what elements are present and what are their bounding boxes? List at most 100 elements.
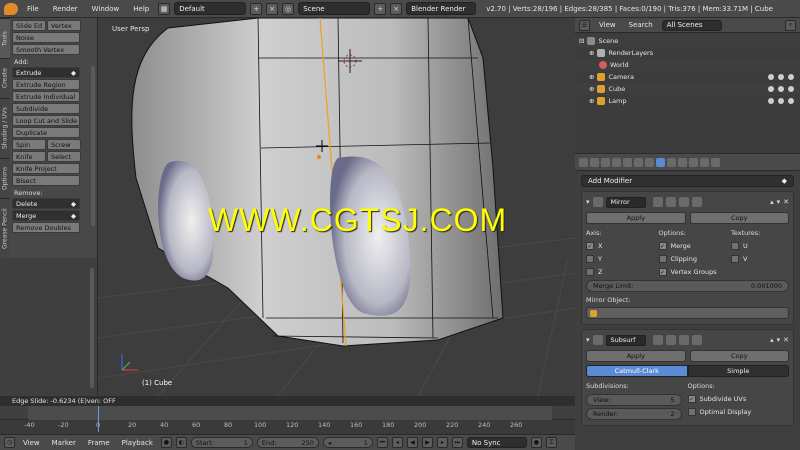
outliner-row-camera[interactable]: ⊕ Camera (575, 71, 800, 83)
timeline-track[interactable] (0, 406, 575, 420)
merge-dropdown[interactable]: Merge ◆ (12, 210, 80, 221)
eye-icon[interactable] (768, 98, 774, 104)
menu-view[interactable]: View (19, 439, 44, 447)
subsurf-copy-button[interactable]: Copy (689, 350, 789, 362)
menu-file[interactable]: File (22, 5, 44, 13)
search-icon[interactable]: ⌕ (785, 19, 796, 31)
tab-options[interactable]: Options (0, 158, 10, 198)
menu-marker[interactable]: Marker (48, 439, 80, 447)
menu-render[interactable]: Render (48, 5, 83, 13)
start-frame-field[interactable]: Start: 1 (190, 437, 253, 448)
sync-mode-selector[interactable]: No Sync (466, 437, 527, 448)
expand-icon[interactable]: ⊕ (589, 97, 594, 105)
menu-help[interactable]: Help (128, 5, 154, 13)
move-up-icon[interactable]: ▴ (770, 336, 774, 344)
play-icon[interactable]: ▶ (421, 437, 433, 448)
editor-type-icon[interactable]: ◷ (4, 437, 15, 448)
expand-icon[interactable]: ⊕ (589, 73, 594, 81)
render-tab-icon[interactable] (590, 157, 599, 167)
prev-keyframe-icon[interactable]: ◂ (391, 437, 403, 448)
tab-shading-uvs[interactable]: Shading / UVs (0, 98, 10, 158)
keying-icon[interactable]: ● (530, 437, 542, 448)
merge-checkbox[interactable]: ✓ Merge (658, 239, 732, 252)
render-layers-tab-icon[interactable] (601, 157, 610, 167)
clipping-checkbox[interactable]: Clipping (658, 252, 732, 265)
mirror-object-field[interactable] (586, 307, 789, 319)
cage-toggle-icon[interactable] (691, 197, 702, 207)
render-camera-icon[interactable] (788, 86, 794, 92)
expand-icon[interactable]: ⊕ (589, 85, 594, 93)
current-frame-cursor[interactable] (98, 406, 99, 432)
slide-edge-button[interactable]: Slide Ed (12, 20, 46, 31)
expand-icon[interactable]: ⊟ (579, 37, 584, 45)
constraints-tab-icon[interactable] (645, 157, 654, 167)
smooth-vertex-button[interactable]: Smooth Vertex (12, 44, 80, 55)
remove-scene-button[interactable]: × (390, 2, 403, 15)
editmode-toggle-icon[interactable] (678, 197, 689, 207)
subdivide-uvs-checkbox[interactable]: ✓ Subdivide UVs (687, 392, 790, 405)
bisect-button[interactable]: Bisect (12, 175, 80, 186)
outliner-row-cube[interactable]: ⊕ Cube (575, 83, 800, 95)
subsurf-name-field[interactable]: Subsurf (605, 334, 646, 346)
collapse-icon[interactable]: ▾ (586, 198, 590, 206)
select-arrow-icon[interactable] (778, 86, 784, 92)
cage-toggle-icon[interactable] (691, 335, 702, 345)
menu-frame[interactable]: Frame (84, 439, 114, 447)
viewport-toggle-icon[interactable] (665, 335, 676, 345)
extrude-individual-button[interactable]: Extrude Individual (12, 91, 80, 102)
view-levels-field[interactable]: View: 5 (586, 394, 682, 406)
outliner-row-renderlayers[interactable]: ⊕ RenderLayers (575, 47, 800, 59)
remove-modifier-icon[interactable]: ✕ (783, 198, 789, 206)
preview-range-icon[interactable]: ◐ (175, 437, 187, 448)
viewport-toggle-icon[interactable] (665, 197, 676, 207)
optimal-display-checkbox[interactable]: Optimal Display (687, 405, 790, 418)
remove-doubles-button[interactable]: Remove Doubles (12, 222, 80, 233)
scene-tab-icon[interactable] (612, 157, 621, 167)
world-tab-icon[interactable] (623, 157, 632, 167)
render-camera-icon[interactable] (788, 98, 794, 104)
particles-tab-icon[interactable] (700, 157, 709, 167)
expand-icon[interactable]: ⊕ (589, 49, 594, 57)
simple-option[interactable]: Simple (687, 365, 789, 377)
outliner-row-lamp[interactable]: ⊕ Lamp (575, 95, 800, 107)
tool-shelf-scrollbar[interactable] (91, 66, 95, 226)
axis-x-checkbox[interactable]: ✓ X (586, 239, 659, 252)
extrude-region-button[interactable]: Extrude Region (12, 79, 80, 90)
vertex-groups-checkbox[interactable]: ✓ Vertex Groups (658, 265, 732, 278)
merge-limit-field[interactable]: Merge Limit: 0.001000 (586, 280, 789, 292)
catmull-clark-option[interactable]: Catmull-Clark (586, 365, 688, 377)
remove-layout-button[interactable]: × (266, 2, 279, 15)
render-engine-selector[interactable]: Blender Render (406, 2, 477, 15)
physics-tab-icon[interactable] (711, 157, 720, 167)
menu-window[interactable]: Window (87, 5, 125, 13)
render-toggle-icon[interactable] (652, 197, 663, 207)
screen-layout-icon[interactable]: ▦ (158, 2, 171, 15)
outliner-editor-icon[interactable]: ☰ (579, 19, 590, 31)
tab-create[interactable]: Create (0, 58, 10, 98)
mirror-apply-button[interactable]: Apply (586, 212, 686, 224)
axis-z-checkbox[interactable]: Z (586, 265, 659, 278)
add-modifier-dropdown[interactable]: Add Modifier ◆ (581, 175, 794, 187)
material-tab-icon[interactable] (678, 157, 687, 167)
select-arrow-icon[interactable] (778, 98, 784, 104)
outliner-filter-selector[interactable]: All Scenes (661, 19, 722, 31)
extrude-dropdown[interactable]: Extrude ◆ (12, 67, 80, 78)
move-up-icon[interactable]: ▴ (770, 198, 774, 206)
render-camera-icon[interactable] (788, 74, 794, 80)
noise-button[interactable]: Noise (12, 32, 80, 43)
keyframe-insert-icon[interactable]: ⚿ (545, 437, 557, 448)
collapse-icon[interactable]: ▾ (586, 336, 590, 344)
modifiers-tab-icon[interactable] (656, 157, 665, 167)
outliner-menu-search[interactable]: Search (625, 21, 657, 29)
add-scene-button[interactable]: + (374, 2, 387, 15)
render-levels-field[interactable]: Render: 2 (586, 408, 682, 420)
eye-icon[interactable] (768, 86, 774, 92)
outliner-row-scene[interactable]: ⊟ Scene (575, 35, 800, 47)
object-tab-icon[interactable] (634, 157, 643, 167)
jump-start-icon[interactable]: ⏮ (376, 437, 388, 448)
axis-y-checkbox[interactable]: Y (586, 252, 659, 265)
remove-modifier-icon[interactable]: ✕ (783, 336, 789, 344)
move-down-icon[interactable]: ▾ (777, 198, 781, 206)
properties-editor-icon[interactable] (579, 157, 588, 167)
play-reverse-icon[interactable]: ◀ (406, 437, 418, 448)
